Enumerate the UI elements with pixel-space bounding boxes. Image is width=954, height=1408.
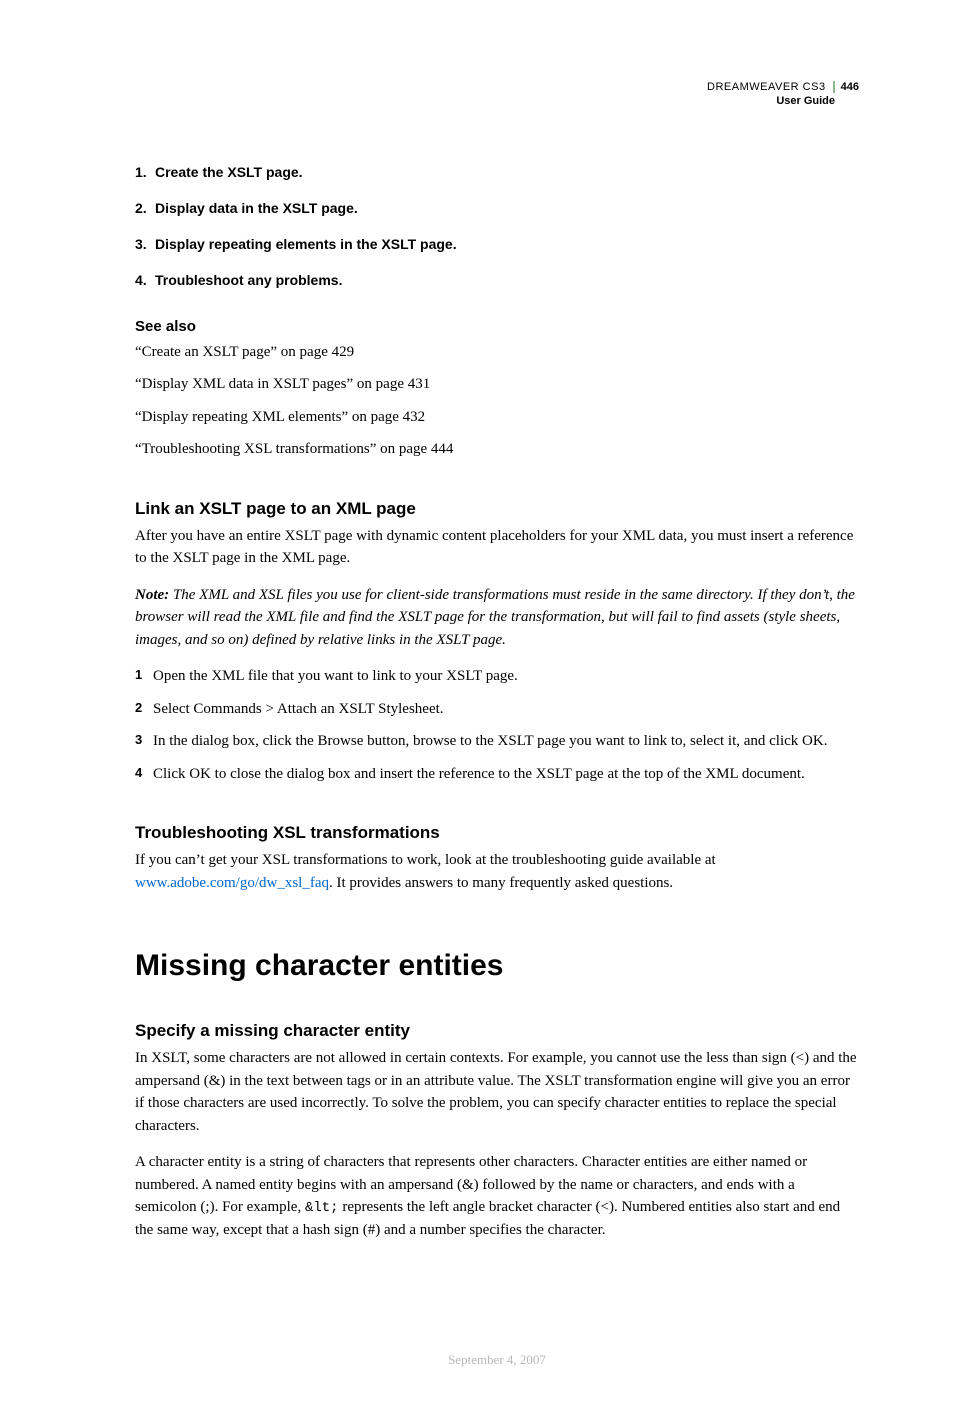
procedure-steps: 1Open the XML file that you want to link…: [135, 665, 859, 785]
page-content: DREAMWEAVER CS3 446 User Guide 1.Create …: [0, 0, 954, 1408]
list-item: 4Click OK to close the dialog box and in…: [135, 763, 859, 786]
list-item: 2Select Commands > Attach an XSLT Styles…: [135, 698, 859, 721]
note-label: Note:: [135, 587, 169, 603]
note-body: The XML and XSL files you use for client…: [135, 587, 855, 648]
list-item: 3In the dialog box, click the Browse but…: [135, 730, 859, 753]
body-text: In XSLT, some characters are not allowed…: [135, 1047, 859, 1137]
body-text: A character entity is a string of charac…: [135, 1151, 859, 1242]
footer-date: September 4, 2007: [135, 1352, 859, 1368]
guide-label: User Guide: [135, 94, 859, 108]
workflow-steps-list: 1.Create the XSLT page. 2.Display data i…: [135, 164, 859, 288]
note-paragraph: Note: The XML and XSL files you use for …: [135, 584, 859, 652]
see-also-item: “Troubleshooting XSL transformations” on…: [135, 438, 859, 461]
product-name: DREAMWEAVER CS3: [707, 81, 826, 93]
body-text: After you have an entire XSLT page with …: [135, 525, 859, 570]
list-item: 4.Troubleshoot any problems.: [135, 272, 859, 288]
see-also-item: “Create an XSLT page” on page 429: [135, 341, 859, 364]
page-number: 446: [833, 81, 859, 93]
body-text: If you can’t get your XSL transformation…: [135, 849, 859, 894]
page-header: DREAMWEAVER CS3 446 User Guide: [135, 80, 859, 109]
section-heading-link: Link an XSLT page to an XML page: [135, 499, 859, 519]
section-heading-troubleshoot: Troubleshooting XSL transformations: [135, 823, 859, 843]
list-item: 1Open the XML file that you want to link…: [135, 665, 859, 688]
see-also-list: “Create an XSLT page” on page 429 “Displ…: [135, 341, 859, 461]
section-heading-specify: Specify a missing character entity: [135, 1021, 859, 1041]
list-item: 3.Display repeating elements in the XSLT…: [135, 236, 859, 252]
see-also-heading: See also: [135, 318, 859, 335]
code-sample: &lt;: [305, 1200, 339, 1216]
list-item: 1.Create the XSLT page.: [135, 164, 859, 180]
external-link[interactable]: www.adobe.com/go/dw_xsl_faq: [135, 875, 329, 891]
see-also-item: “Display XML data in XSLT pages” on page…: [135, 373, 859, 396]
see-also-item: “Display repeating XML elements” on page…: [135, 406, 859, 429]
chapter-heading: Missing character entities: [135, 949, 859, 983]
list-item: 2.Display data in the XSLT page.: [135, 200, 859, 216]
